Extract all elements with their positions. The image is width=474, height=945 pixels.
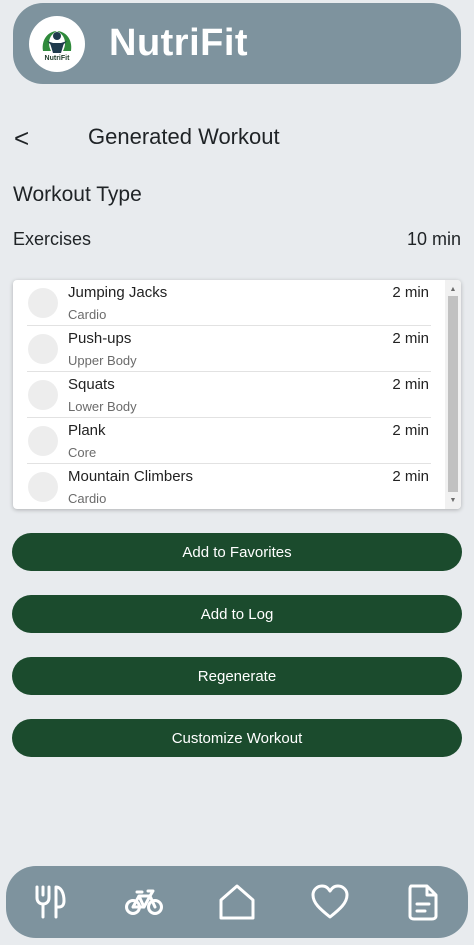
list-item[interactable]: Jumping Jacks Cardio 2 min	[13, 280, 445, 326]
bike-icon	[125, 889, 163, 915]
exercise-list[interactable]: Jumping Jacks Cardio 2 min Push-ups Uppe…	[13, 280, 461, 509]
exercise-list-content: Jumping Jacks Cardio 2 min Push-ups Uppe…	[13, 280, 445, 509]
exercise-avatar	[28, 334, 58, 364]
scroll-up-arrow-icon[interactable]: ▲	[445, 282, 461, 296]
exercise-category: Cardio	[68, 491, 107, 506]
bottom-nav	[6, 866, 468, 938]
exercise-category: Cardio	[68, 307, 107, 322]
exercise-category: Core	[68, 445, 97, 460]
add-to-log-button[interactable]: Add to Log	[12, 595, 462, 633]
nav-favorites[interactable]	[310, 882, 350, 922]
heart-icon	[311, 884, 349, 919]
app-logo: NutriFit	[29, 15, 85, 72]
scroll-thumb[interactable]	[448, 296, 458, 492]
workout-type-heading: Workout Type	[13, 183, 142, 206]
exercise-duration: 2 min	[392, 330, 429, 347]
customize-workout-button[interactable]: Customize Workout	[12, 719, 462, 757]
exercise-avatar	[28, 426, 58, 456]
exercises-label: Exercises	[13, 229, 92, 249]
list-item[interactable]: Mountain Climbers Cardio 2 min	[13, 464, 445, 509]
exercise-duration: 2 min	[392, 376, 429, 393]
exercise-name: Plank	[68, 422, 106, 439]
exercise-avatar	[28, 288, 58, 318]
app-header: NutriFit NutriFit	[13, 3, 461, 84]
list-scrollbar[interactable]: ▲ ▼	[445, 280, 461, 509]
scroll-down-arrow-icon[interactable]: ▼	[445, 493, 461, 507]
home-icon	[219, 884, 255, 920]
logo-emblem-icon	[42, 31, 72, 53]
back-button[interactable]: <	[14, 122, 38, 154]
exercise-duration: 2 min	[392, 422, 429, 439]
exercise-duration: 2 min	[392, 468, 429, 485]
exercise-category: Upper Body	[68, 353, 137, 368]
document-icon	[408, 884, 438, 921]
list-item[interactable]: Plank Core 2 min	[13, 418, 445, 464]
app-root: NutriFit NutriFit < Generated Workout Wo…	[0, 0, 474, 945]
exercise-name: Push-ups	[68, 330, 132, 347]
nav-log[interactable]	[403, 882, 443, 922]
exercise-duration: 2 min	[392, 284, 429, 301]
add-to-favorites-button[interactable]: Add to Favorites	[12, 533, 462, 571]
page-title: Generated Workout	[88, 124, 280, 149]
list-item[interactable]: Squats Lower Body 2 min	[13, 372, 445, 418]
total-time: 10 min	[406, 229, 461, 249]
exercise-name: Mountain Climbers	[68, 468, 194, 485]
regenerate-button[interactable]: Regenerate	[12, 657, 462, 695]
nav-workouts[interactable]	[124, 882, 164, 922]
exercise-name: Jumping Jacks	[68, 284, 168, 301]
exercise-avatar	[28, 380, 58, 410]
list-item[interactable]: Push-ups Upper Body 2 min	[13, 326, 445, 372]
exercise-avatar	[28, 472, 58, 502]
nav-home[interactable]	[217, 882, 257, 922]
nav-nutrition[interactable]	[31, 882, 71, 922]
exercise-category: Lower Body	[68, 399, 137, 414]
exercise-name: Squats	[68, 376, 115, 393]
food-icon	[35, 885, 66, 919]
app-title: NutriFit	[109, 22, 249, 64]
logo-text: NutriFit	[44, 55, 70, 62]
